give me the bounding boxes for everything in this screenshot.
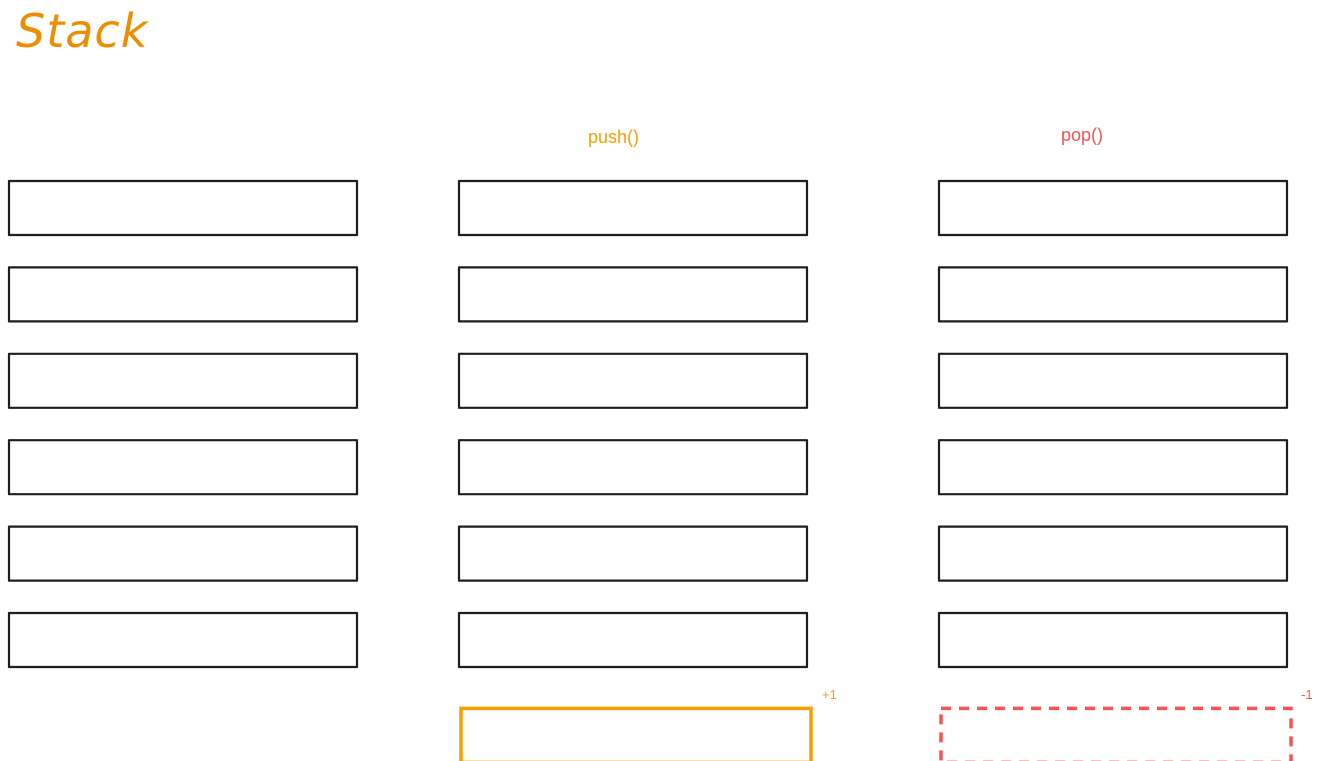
stack-push-item <box>457 352 809 409</box>
stack-initial-item <box>7 525 359 582</box>
stack-pop-item <box>937 439 1289 496</box>
stack-push-item <box>457 439 809 496</box>
push-delta-label: +1 <box>822 687 837 702</box>
popped-item <box>939 706 1293 761</box>
pushed-item <box>459 706 813 761</box>
pop-delta-label: -1 <box>1301 687 1313 702</box>
stack-push-item <box>457 179 809 237</box>
stack-pop-item <box>937 525 1289 582</box>
stack-initial-item <box>7 611 359 669</box>
stack-pop-item <box>937 179 1289 237</box>
stack-pop-item <box>937 266 1289 323</box>
stack-initial-item <box>7 352 359 409</box>
stack-initial-item <box>7 179 359 237</box>
stack-diagram <box>7 179 1293 761</box>
stack-pop-item <box>937 611 1289 669</box>
stack-push-item <box>457 266 809 323</box>
stack-push-item <box>457 525 809 582</box>
stack-initial-item <box>7 266 359 323</box>
stack-pop-item <box>937 352 1289 409</box>
stack-push-item <box>457 611 809 669</box>
stack-initial-item <box>7 439 359 496</box>
